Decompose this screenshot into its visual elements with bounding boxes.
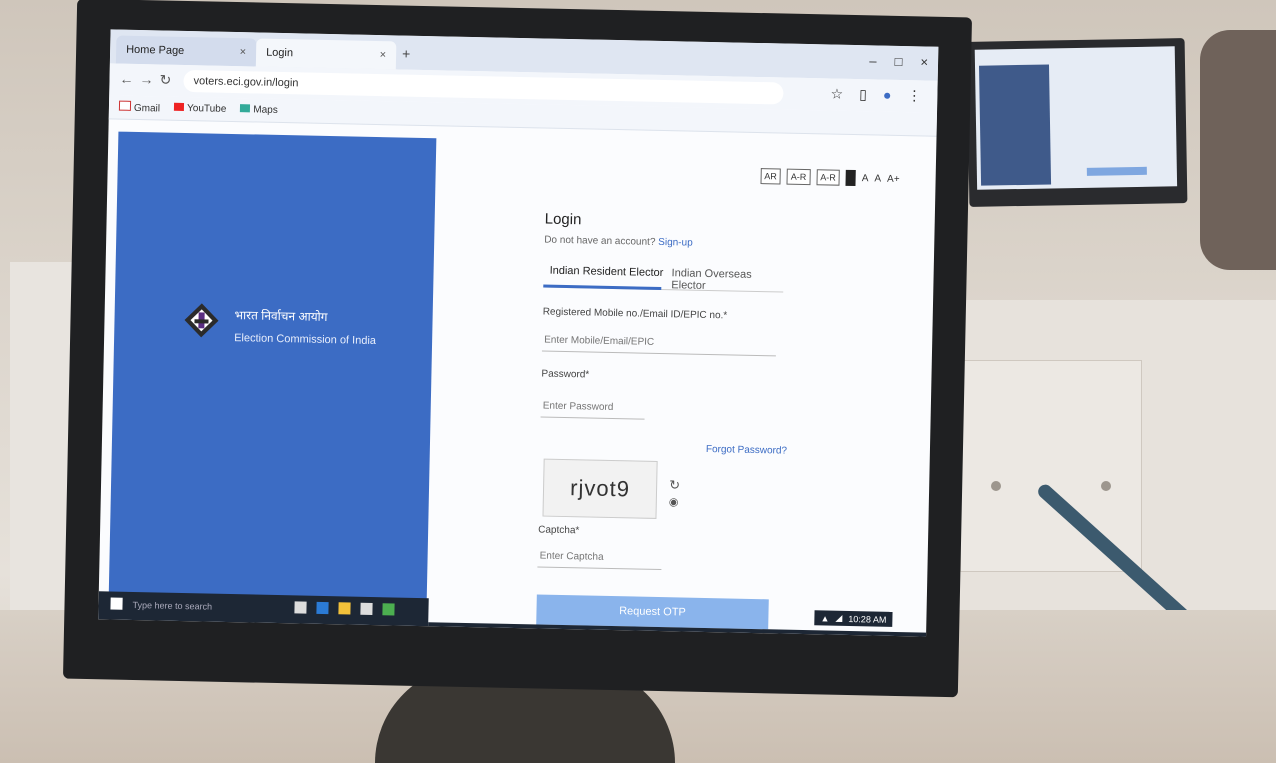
toolbar-actions: ☆ ▯ ● ⋮ — [830, 86, 921, 105]
close-icon[interactable]: × — [240, 46, 247, 58]
socket-hole — [991, 481, 1001, 491]
password-field-label: Password* — [541, 368, 590, 381]
sign-up-link[interactable]: Sign-up — [658, 237, 693, 249]
tab-label: Login — [266, 46, 294, 60]
network-icon[interactable]: ▲ — [820, 613, 829, 623]
taskbar-apps — [294, 601, 395, 616]
eci-name-english: Election Commission of India — [234, 332, 377, 348]
brand-panel: भारत निर्वाचन आयोग Election Commission o… — [108, 131, 437, 609]
store-icon[interactable] — [360, 602, 373, 616]
wall-socket-plate — [960, 360, 1142, 572]
clock[interactable]: 10:28 AM — [848, 613, 886, 624]
gmail-icon — [118, 100, 132, 111]
forward-arrow-icon[interactable]: → — [139, 71, 153, 87]
bookmark-youtube[interactable]: YouTube — [174, 102, 227, 115]
contrast-toggle-icon[interactable] — [845, 169, 856, 187]
login-title: Login — [544, 210, 582, 229]
address-text: voters.eci.gov.in/login — [193, 75, 299, 90]
second-monitor — [966, 38, 1188, 207]
a11y-option[interactable]: A-R — [786, 168, 811, 186]
maximize-button[interactable]: □ — [894, 54, 902, 69]
minimize-button[interactable]: – — [869, 53, 877, 68]
socket-hole — [1101, 481, 1111, 491]
windows-start-icon[interactable] — [110, 597, 123, 610]
password-input[interactable] — [540, 394, 646, 420]
active-tab-indicator — [543, 284, 662, 290]
captcha-input[interactable] — [537, 544, 662, 571]
register-prompt: Do not have an account? Sign-up — [544, 235, 693, 249]
new-tab-button[interactable]: + — [402, 46, 411, 62]
close-window-button[interactable]: × — [920, 54, 928, 69]
person-partial — [1200, 30, 1276, 270]
screen: Home Page × Login × + – □ × ← → ↻ voters… — [98, 29, 939, 637]
tab-indian-overseas-elector[interactable]: Indian Overseas Elector — [671, 267, 783, 293]
monitor: Home Page × Login × + – □ × ← → ↻ voters… — [62, 0, 973, 698]
id-input[interactable] — [541, 328, 777, 357]
a11y-option[interactable]: AR — [760, 168, 781, 185]
audio-icon[interactable]: ◉ — [669, 495, 679, 508]
system-tray: ▲ ◢ 10:28 AM — [814, 610, 893, 627]
taskbar-search[interactable]: Type here to search — [132, 600, 212, 612]
edge-icon[interactable] — [316, 601, 329, 615]
id-field-label: Registered Mobile no./Email ID/EPIC no.* — [542, 306, 728, 322]
profile-icon[interactable]: ● — [883, 87, 892, 104]
extensions-icon[interactable]: ▯ — [859, 86, 867, 103]
youtube-icon — [174, 102, 185, 111]
taskbar: Type here to search — [98, 591, 429, 627]
file-explorer-icon[interactable] — [338, 602, 351, 615]
captcha-field-label: Captcha* — [538, 524, 580, 537]
bookmark-label: Maps — [253, 104, 278, 116]
maps-icon — [240, 104, 251, 113]
captcha-image: rjvot9 — [542, 458, 658, 519]
window-controls: – □ × — [869, 53, 928, 69]
tab-home-page[interactable]: Home Page × — [115, 35, 257, 67]
request-otp-button[interactable]: Request OTP — [536, 594, 769, 630]
second-screen-button — [1086, 166, 1147, 176]
bookmark-label: YouTube — [186, 103, 227, 115]
elector-type-tabs: Indian Resident Elector Indian Overseas … — [543, 258, 784, 293]
bookmark-star-icon[interactable]: ☆ — [830, 86, 843, 103]
bookmark-maps[interactable]: Maps — [240, 104, 278, 116]
font-size-increase[interactable]: A+ — [887, 173, 900, 184]
font-size-decrease[interactable]: A — [862, 173, 869, 184]
font-size-normal[interactable]: A — [874, 173, 881, 184]
close-icon[interactable]: × — [380, 49, 387, 61]
second-screen-panel — [978, 64, 1052, 186]
task-view-icon[interactable] — [294, 601, 307, 614]
chrome-icon[interactable] — [382, 603, 395, 616]
accessibility-controls: AR A-R A-R A A A+ — [760, 168, 900, 187]
second-monitor-screen — [974, 46, 1178, 190]
volume-icon[interactable]: ◢ — [835, 613, 842, 624]
bookmark-label: Gmail — [133, 102, 161, 115]
forgot-password-link[interactable]: Forgot Password? — [706, 444, 787, 457]
back-arrow-icon[interactable]: ← — [119, 71, 133, 87]
menu-kebab-icon[interactable]: ⋮ — [907, 87, 921, 104]
bookmark-gmail[interactable]: Gmail — [118, 100, 161, 115]
tab-indian-resident-elector[interactable]: Indian Resident Elector — [550, 265, 664, 279]
register-prefix: Do not have an account? — [544, 234, 656, 248]
refresh-icon[interactable]: ↻ — [669, 477, 680, 493]
a11y-option[interactable]: A-R — [816, 169, 840, 186]
tab-login[interactable]: Login × — [255, 38, 397, 70]
eci-name-hindi: भारत निर्वाचन आयोग — [234, 308, 328, 325]
tab-label: Home Page — [126, 43, 185, 57]
reload-icon[interactable]: ↻ — [159, 71, 171, 88]
eci-logo-icon — [184, 303, 219, 338]
